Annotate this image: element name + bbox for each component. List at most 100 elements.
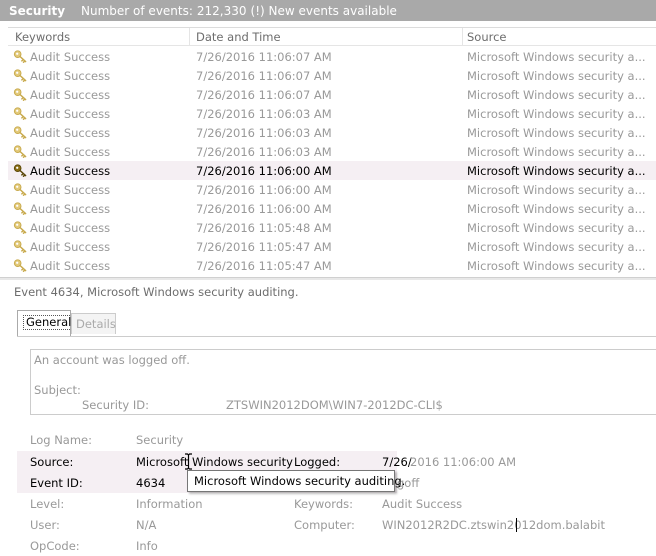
row-keyword: Audit Success <box>30 202 111 216</box>
computer-value: WIN2012R2DC.ztswin2012dom.balabit <box>382 518 605 532</box>
event-description[interactable]: An account was logged off. Subject: Secu… <box>30 349 656 415</box>
log-name-label: Log Name: <box>30 433 92 447</box>
description-clipped-value: ····· ····· <box>226 412 277 414</box>
key-icon <box>13 221 27 234</box>
row-source: Microsoft Windows security a... <box>467 164 646 178</box>
table-row[interactable]: Audit Success 7/26/2016 11:06:07 AM Micros… <box>8 85 656 104</box>
table-row[interactable]: Audit Success 7/26/2016 11:06:07 AM Micros… <box>8 47 656 66</box>
new-events-notice: (!) New events available <box>250 3 397 18</box>
table-row[interactable]: Audit Success 7/26/2016 11:05:47 AM Micros… <box>8 237 656 256</box>
row-source: Microsoft Windows security a... <box>467 50 646 64</box>
row-source: Microsoft Windows security a... <box>467 88 646 102</box>
key-icon <box>13 107 27 120</box>
event-id-label: Event ID: <box>30 476 83 490</box>
row-source: Microsoft Windows security a... <box>467 221 646 235</box>
row-date-time: 7/26/2016 11:06:07 AM <box>196 88 332 102</box>
opcode-label: OpCode: <box>30 539 80 553</box>
key-icon <box>13 126 27 139</box>
table-row[interactable]: Audit Success 7/26/2016 11:06:00 AM Micros… <box>8 161 656 180</box>
description-clipped-line: ···· ····· <box>82 412 129 414</box>
event-count-label: Number of events: 212,330 (!) New events a… <box>81 3 397 18</box>
key-icon <box>13 50 27 63</box>
row-date-time: 7/26/2016 11:06:03 AM <box>196 145 332 159</box>
user-label: User: <box>30 518 60 532</box>
key-icon <box>13 69 27 82</box>
logged-value: 2016 11:06:00 AM <box>410 455 517 469</box>
description-security-id-label: Security ID: <box>82 398 150 412</box>
row-source: Microsoft Windows security a... <box>467 107 646 121</box>
tab-general[interactable]: General <box>17 310 75 337</box>
row-date-time: 7/26/2016 11:06:07 AM <box>196 69 332 83</box>
row-keyword: Audit Success <box>30 183 111 197</box>
pane-splitter[interactable] <box>0 277 656 280</box>
row-date-time: 7/26/2016 11:06:00 AM <box>196 164 332 178</box>
event-list[interactable]: Keywords Date and Time Source Audit Succ… <box>8 27 656 274</box>
description-security-id-value: ZTSWIN2012DOM\WIN7-2012DC-CLI$ <box>226 398 443 412</box>
column-header-source[interactable]: Source <box>467 30 507 44</box>
table-row[interactable]: Audit Success 7/26/2016 11:06:00 AM Micros… <box>8 180 656 199</box>
table-row[interactable]: Audit Success 7/26/2016 11:06:03 AM Micros… <box>8 104 656 123</box>
row-source: Microsoft Windows security a... <box>467 202 646 216</box>
row-date-time: 7/26/2016 11:05:48 AM <box>196 221 332 235</box>
source-link[interactable]: Microsoft Windows security <box>136 455 293 469</box>
row-date-time: 7/26/2016 11:06:07 AM <box>196 50 332 64</box>
logged-value-part: 7/26/ <box>382 455 412 469</box>
row-keyword: Audit Success <box>30 88 111 102</box>
table-row[interactable]: Audit Success 7/26/2016 11:06:03 AM Micros… <box>8 142 656 161</box>
key-icon <box>13 145 27 158</box>
row-keyword: Audit Success <box>30 240 111 254</box>
row-keyword: Audit Success <box>30 164 111 178</box>
key-icon <box>13 88 27 101</box>
table-row[interactable]: Audit Success 7/26/2016 11:06:07 AM Micros… <box>8 66 656 85</box>
column-header-date-time[interactable]: Date and Time <box>196 30 281 44</box>
row-keyword: Audit Success <box>30 126 111 140</box>
row-keyword: Audit Success <box>30 107 111 121</box>
row-source: Microsoft Windows security a... <box>467 145 646 159</box>
keywords-label: Keywords: <box>294 497 353 511</box>
opcode-value: Info <box>136 539 158 553</box>
key-icon <box>13 183 27 196</box>
row-date-time: 7/26/2016 11:06:03 AM <box>196 126 332 140</box>
row-date-time: 7/26/2016 11:05:47 AM <box>196 240 332 254</box>
computer-label: Computer: <box>294 518 355 532</box>
key-icon <box>13 202 27 215</box>
key-icon <box>13 259 27 272</box>
tab-strip-line <box>17 336 656 337</box>
event-count: 212,330 <box>196 3 247 18</box>
tab-details[interactable]: Details <box>71 313 116 334</box>
log-name: Security <box>9 3 66 18</box>
row-keyword: Audit Success <box>30 145 111 159</box>
row-source: Microsoft Windows security a... <box>467 69 646 83</box>
keywords-value: Audit Success <box>382 497 463 511</box>
level-label: Level: <box>30 497 65 511</box>
row-date-time: 7/26/2016 11:06:00 AM <box>196 202 332 216</box>
source-tooltip: Microsoft Windows security auditing. <box>187 470 405 492</box>
row-keyword: Audit Success <box>30 259 111 273</box>
row-source: Microsoft Windows security a... <box>467 259 646 273</box>
ibeam-cursor-icon <box>185 453 192 470</box>
log-titlebar: Security Number of events: 212,330 (!) New… <box>0 0 656 21</box>
row-keyword: Audit Success <box>30 69 111 83</box>
level-value: Information <box>136 497 203 511</box>
user-value: N/A <box>136 518 157 532</box>
key-icon <box>13 240 27 253</box>
source-label: Source: <box>30 455 74 469</box>
description-text: An account was logged off. <box>34 353 190 367</box>
description-subject: Subject: <box>34 383 81 397</box>
table-row[interactable]: Audit Success 7/26/2016 11:06:00 AM Micros… <box>8 199 656 218</box>
row-source: Microsoft Windows security a... <box>467 126 646 140</box>
event-list-header: Keywords Date and Time Source <box>8 28 656 46</box>
key-icon <box>13 164 27 177</box>
table-row[interactable]: Audit Success 7/26/2016 11:06:03 AM Micros… <box>8 123 656 142</box>
row-source: Microsoft Windows security a... <box>467 240 646 254</box>
logged-label: Logged: <box>294 455 341 469</box>
row-keyword: Audit Success <box>30 50 111 64</box>
row-keyword: Audit Success <box>30 221 111 235</box>
row-date-time: 7/26/2016 11:05:47 AM <box>196 259 332 273</box>
column-header-keywords[interactable]: Keywords <box>15 30 70 44</box>
tab-general-label: General <box>23 315 75 330</box>
row-source: Microsoft Windows security a... <box>467 183 646 197</box>
row-date-time: 7/26/2016 11:06:00 AM <box>196 183 332 197</box>
table-row[interactable]: Audit Success 7/26/2016 11:05:48 AM Micros… <box>8 218 656 237</box>
table-row[interactable]: Audit Success 7/26/2016 11:05:47 AM Micros… <box>8 256 656 275</box>
